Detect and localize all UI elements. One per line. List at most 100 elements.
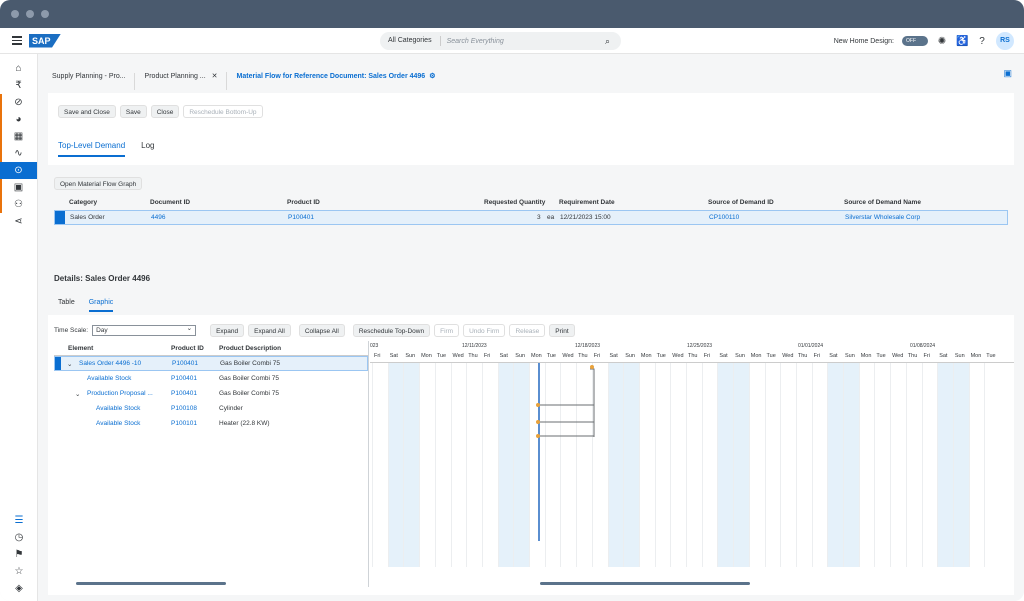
workflow-icon[interactable]: ⚇ bbox=[0, 196, 37, 213]
page-toolbar: Save and Close Save Close Reschedule Bot… bbox=[58, 105, 263, 118]
material-flow-icon[interactable]: ⊙ bbox=[0, 162, 37, 179]
tree-row[interactable]: Available Stock P100101 Heater (22.8 KW) bbox=[54, 416, 368, 431]
tab-log[interactable]: Log bbox=[141, 141, 154, 157]
chart-line-icon[interactable]: ∿ bbox=[0, 145, 37, 162]
row-selector[interactable] bbox=[55, 357, 61, 370]
picture-icon[interactable]: ▣ bbox=[0, 179, 37, 196]
firm-button[interactable]: Firm bbox=[434, 324, 460, 337]
collapse-icon[interactable]: ⌄ bbox=[75, 390, 80, 398]
collapse-icon[interactable]: ⌄ bbox=[67, 360, 72, 368]
expand-button[interactable]: Expand bbox=[210, 324, 245, 337]
avatar[interactable]: RS bbox=[996, 32, 1014, 50]
day-label: Wed bbox=[452, 353, 464, 359]
tree-product-id[interactable]: P100108 bbox=[171, 405, 197, 412]
day-column bbox=[952, 363, 969, 567]
tab-top-level-demand[interactable]: Top-Level Demand bbox=[58, 141, 126, 157]
day-column bbox=[670, 363, 686, 567]
tree-product-id[interactable]: P100401 bbox=[172, 360, 198, 367]
tree-element[interactable]: Available Stock bbox=[96, 420, 140, 427]
undo-firm-button[interactable]: Undo Firm bbox=[463, 324, 506, 337]
cell-source-id[interactable]: CP100110 bbox=[709, 214, 739, 221]
open-material-flow-graph-button[interactable]: Open Material Flow Graph bbox=[54, 177, 143, 190]
table-row[interactable]: Sales Order 4496 P100401 3 ea 12/21/2023… bbox=[54, 210, 1008, 225]
day-label: Mon bbox=[531, 353, 542, 359]
day-label: Sat bbox=[829, 353, 838, 359]
col-document-id[interactable]: Document ID bbox=[150, 199, 190, 206]
tab-product-planning[interactable]: Product Planning ... ✕ bbox=[141, 72, 227, 90]
day-column bbox=[748, 363, 765, 567]
col-source-id[interactable]: Source of Demand ID bbox=[708, 199, 774, 206]
tab-material-flow[interactable]: Material Flow for Reference Document: Sa… bbox=[233, 72, 444, 90]
search-input[interactable]: Search Everything bbox=[441, 38, 605, 45]
help-icon[interactable]: ? bbox=[976, 36, 988, 47]
cell-document-id[interactable]: 4496 bbox=[151, 214, 165, 221]
tree-element[interactable]: Available Stock bbox=[87, 375, 131, 382]
sap-logo[interactable]: SAP bbox=[29, 33, 61, 48]
save-button[interactable]: Save bbox=[119, 105, 147, 118]
share-icon[interactable]: ⋖ bbox=[0, 213, 37, 230]
gantt-scrollbar[interactable] bbox=[540, 582, 750, 585]
tree-row[interactable]: ⌄ Sales Order 4496 -10 P100401 Gas Boile… bbox=[54, 356, 368, 371]
row-selector[interactable] bbox=[55, 211, 65, 224]
close-icon[interactable]: ✕ bbox=[212, 73, 218, 80]
joule-icon[interactable]: ✺ bbox=[936, 36, 948, 47]
reschedule-bottom-up-button[interactable]: Reschedule Bottom-Up bbox=[183, 105, 263, 118]
settings-icon[interactable]: ⚙ bbox=[429, 73, 435, 80]
tree-element[interactable]: Available Stock bbox=[96, 405, 140, 412]
menu-icon[interactable] bbox=[12, 34, 22, 47]
tree-scrollbar[interactable] bbox=[76, 582, 226, 585]
calendar-icon[interactable]: ▦ bbox=[0, 128, 37, 145]
day-column bbox=[450, 363, 467, 567]
col-requirement-date[interactable]: Requirement Date bbox=[559, 199, 615, 206]
home-icon[interactable]: ⌂ bbox=[0, 60, 37, 77]
cell-product-id[interactable]: P100401 bbox=[288, 214, 314, 221]
col-product-description[interactable]: Product Description bbox=[219, 345, 281, 352]
accessibility-icon[interactable]: ♿ bbox=[956, 36, 968, 47]
tree-row[interactable]: Available Stock P100401 Gas Boiler Combi… bbox=[54, 371, 368, 386]
save-and-close-button[interactable]: Save and Close bbox=[58, 105, 116, 118]
tab-graphic[interactable]: Graphic bbox=[88, 299, 114, 312]
expand-all-button[interactable]: Expand All bbox=[248, 324, 291, 337]
globe-icon[interactable]: ◕ bbox=[0, 111, 37, 128]
new-home-toggle[interactable]: OFF bbox=[902, 36, 928, 46]
close-window-dot[interactable] bbox=[11, 10, 19, 18]
col-category[interactable]: Category bbox=[69, 199, 97, 206]
print-button[interactable]: Print bbox=[549, 324, 575, 337]
time-scale-select[interactable]: Day bbox=[92, 324, 197, 336]
history-icon[interactable]: ◷ bbox=[0, 529, 38, 546]
favorite-icon[interactable]: ☆ bbox=[0, 563, 38, 580]
tree-element[interactable]: Sales Order 4496 -10 bbox=[79, 360, 141, 367]
col-product-id[interactable]: Product ID bbox=[287, 199, 320, 206]
tree-product-id[interactable]: P100401 bbox=[171, 390, 197, 397]
col-requested-quantity[interactable]: Requested Quantity bbox=[484, 199, 545, 206]
search-icon[interactable]: ⌕ bbox=[605, 36, 621, 47]
minimize-window-dot[interactable] bbox=[26, 10, 34, 18]
tree-row[interactable]: Available Stock P100108 Cylinder bbox=[54, 401, 368, 416]
col-source-name[interactable]: Source of Demand Name bbox=[844, 199, 921, 206]
tree-header: Element Product ID Product Description bbox=[54, 341, 368, 356]
demand-table: Category Document ID Product ID Requeste… bbox=[54, 195, 1008, 225]
release-button[interactable]: Release bbox=[509, 324, 546, 337]
tag-icon[interactable]: ⊘ bbox=[0, 94, 37, 111]
col-element[interactable]: Element bbox=[68, 345, 93, 352]
window-icon[interactable]: ▣ bbox=[1003, 68, 1012, 79]
details-title: Details: Sales Order 4496 bbox=[54, 274, 151, 283]
tree-product-id[interactable]: P100401 bbox=[171, 375, 197, 382]
reschedule-top-down-button[interactable]: Reschedule Top-Down bbox=[352, 324, 431, 337]
close-button[interactable]: Close bbox=[150, 105, 180, 118]
col-product-id[interactable]: Product ID bbox=[171, 345, 204, 352]
tab-table[interactable]: Table bbox=[58, 299, 75, 312]
tag-outline-icon[interactable]: ◈ bbox=[0, 580, 38, 597]
day-column bbox=[497, 363, 514, 567]
maximize-window-dot[interactable] bbox=[41, 10, 49, 18]
cell-source-name[interactable]: Silverstar Wholesale Corp bbox=[845, 214, 920, 221]
list-icon[interactable]: ☰ bbox=[0, 512, 38, 529]
tree-element[interactable]: Production Proposal ... bbox=[87, 390, 153, 397]
rupee-icon[interactable]: ₹ bbox=[0, 77, 37, 94]
tab-supply-planning[interactable]: Supply Planning - Pro... bbox=[48, 73, 135, 90]
collapse-all-button[interactable]: Collapse All bbox=[298, 324, 345, 337]
tree-row[interactable]: ⌄ Production Proposal ... P100401 Gas Bo… bbox=[54, 386, 368, 401]
flag-icon[interactable]: ⚑ bbox=[0, 546, 38, 563]
tree-product-id[interactable]: P100101 bbox=[171, 420, 197, 427]
category-select[interactable]: All Categories bbox=[380, 36, 441, 46]
